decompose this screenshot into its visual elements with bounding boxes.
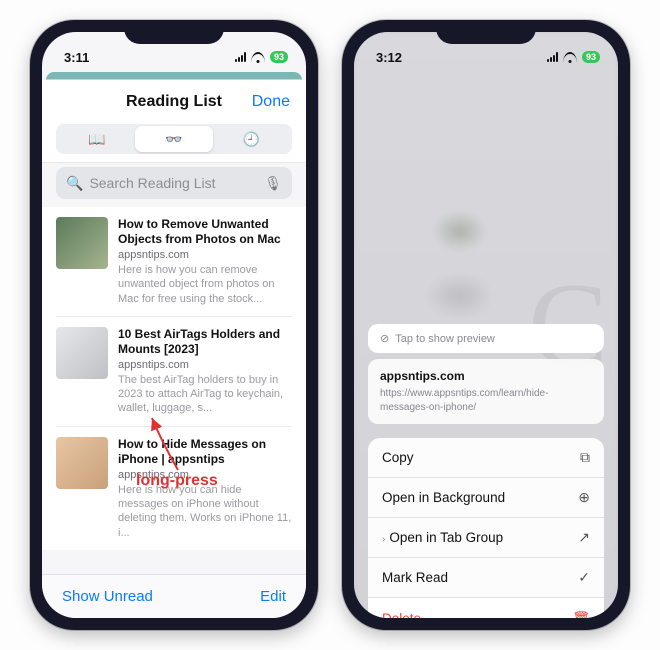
open-background-icon: ⊕ xyxy=(578,489,590,506)
thumbnail xyxy=(56,327,108,379)
trash-icon: 🗑 xyxy=(572,610,590,619)
search-placeholder: Search Reading List xyxy=(89,175,215,191)
iphone-left: 3:11 93 Reading List Done 📖 👓 🕘 xyxy=(30,20,318,630)
item-domain: appsntips.com xyxy=(118,249,292,261)
sheet-behind-edge xyxy=(46,72,302,80)
mic-icon[interactable]: 🎙 xyxy=(264,175,282,192)
tap-to-show-preview[interactable]: ⊘ Tap to show preview xyxy=(368,324,604,353)
clock-icon: 🕘 xyxy=(243,131,260,148)
page-title: Reading List xyxy=(126,93,222,111)
reading-list-item[interactable]: How to Hide Messages on iPhone | appsnti… xyxy=(56,427,292,550)
view-segmented-control[interactable]: 📖 👓 🕘 xyxy=(56,124,292,154)
show-unread-button[interactable]: Show Unread xyxy=(62,588,153,605)
link-url: https://www.appsntips.com/learn/hide-mes… xyxy=(380,387,592,414)
battery-icon: 93 xyxy=(582,51,600,63)
item-title: 10 Best AirTags Holders and Mounts [2023… xyxy=(118,327,292,357)
signal-icon xyxy=(235,52,246,62)
signal-icon xyxy=(547,52,558,62)
open-book-icon: 📖 xyxy=(88,131,105,148)
reading-list-item[interactable]: How to Remove Unwanted Objects from Phot… xyxy=(56,207,292,317)
thumbnail xyxy=(56,437,108,489)
context-popover: ⊘ Tap to show preview appsntips.com http… xyxy=(368,324,604,618)
chevron-right-icon: › xyxy=(382,534,385,545)
wifi-icon xyxy=(251,52,265,63)
notch xyxy=(436,20,536,44)
sheet-header: Reading List Done 📖 👓 🕘 xyxy=(42,80,306,163)
link-domain: appsntips.com xyxy=(380,369,592,383)
preview-collapsed-icon: ⊘ xyxy=(380,332,389,345)
link-info-card: appsntips.com https://www.appsntips.com/… xyxy=(368,359,604,424)
reading-glasses-icon: 👓 xyxy=(165,131,182,148)
item-title: How to Hide Messages on iPhone | appsnti… xyxy=(118,437,292,467)
menu-open-background[interactable]: Open in Background ⊕ xyxy=(368,478,604,518)
search-input[interactable]: 🔍 Search Reading List 🎙 xyxy=(56,167,292,199)
reading-list: How to Remove Unwanted Objects from Phot… xyxy=(42,207,306,550)
item-summary: Here is how you can remove unwanted obje… xyxy=(118,263,292,306)
item-domain: appsntips.com xyxy=(118,469,292,481)
wifi-icon xyxy=(563,52,577,63)
menu-mark-read[interactable]: Mark Read ✓ xyxy=(368,558,604,598)
edit-button[interactable]: Edit xyxy=(260,588,286,605)
item-domain: appsntips.com xyxy=(118,359,292,371)
open-new-icon: ↗ xyxy=(578,529,590,546)
menu-delete[interactable]: Delete 🗑 xyxy=(368,598,604,618)
copy-icon: ⧉ xyxy=(580,449,590,466)
reading-list-item[interactable]: 10 Best AirTags Holders and Mounts [2023… xyxy=(56,317,292,427)
menu-copy[interactable]: Copy ⧉ xyxy=(368,438,604,478)
item-title: How to Remove Unwanted Objects from Phot… xyxy=(118,217,292,247)
check-circle-icon: ✓ xyxy=(578,569,590,586)
seg-bookmarks[interactable]: 📖 xyxy=(58,126,135,152)
iphone-right: C 3:12 93 ⊘ Tap to show preview appsntip… xyxy=(342,20,630,630)
item-summary: The best AirTag holders to buy in 2023 t… xyxy=(118,373,292,416)
item-summary: Here is how you can hide messages on iPh… xyxy=(118,483,292,540)
toolbar: Show Unread Edit xyxy=(42,574,306,618)
context-menu: Copy ⧉ Open in Background ⊕ ›Open in Tab… xyxy=(368,438,604,618)
thumbnail xyxy=(56,217,108,269)
notch xyxy=(124,20,224,44)
search-icon: 🔍 xyxy=(66,175,83,192)
battery-icon: 93 xyxy=(270,51,288,63)
seg-reading-list[interactable]: 👓 xyxy=(135,126,212,152)
menu-open-tab-group[interactable]: ›Open in Tab Group ↗ xyxy=(368,518,604,558)
seg-history[interactable]: 🕘 xyxy=(213,126,290,152)
status-time: 3:12 xyxy=(376,50,402,65)
status-time: 3:11 xyxy=(64,50,89,65)
done-button[interactable]: Done xyxy=(252,93,290,111)
